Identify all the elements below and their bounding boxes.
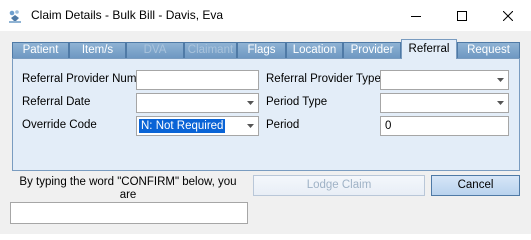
tab-strip: Patient Item/s DVA Claimant Flags Locati… — [12, 39, 520, 59]
dialog-body: Patient Item/s DVA Claimant Flags Locati… — [0, 31, 531, 234]
confirm-text-line1: By typing the word "CONFIRM" below, you … — [19, 176, 237, 201]
override-code-select[interactable]: N: Not Required — [136, 116, 259, 136]
tab-dva: DVA — [126, 42, 184, 58]
tab-request[interactable]: Request — [457, 42, 520, 58]
close-button[interactable] — [485, 0, 531, 31]
maximize-icon — [457, 10, 467, 21]
maximize-button[interactable] — [439, 0, 485, 31]
confirm-input[interactable] — [10, 202, 248, 224]
referral-provider-number-input[interactable] — [136, 70, 259, 90]
window-title: Claim Details - Bulk Bill - Davis, Eva — [31, 8, 224, 22]
referral-panel: Referral Provider Number Referral Date O… — [12, 58, 520, 171]
referral-date-label: Referral Date — [22, 96, 91, 108]
tab-location[interactable]: Location — [286, 42, 343, 58]
chevron-down-icon — [497, 101, 504, 105]
tab-patient[interactable]: Patient — [12, 42, 69, 58]
override-code-label: Override Code — [22, 119, 97, 131]
title-bar[interactable]: Claim Details - Bulk Bill - Davis, Eva — [0, 0, 531, 31]
referral-provider-number-label: Referral Provider Number — [22, 73, 154, 85]
period-input[interactable]: 0 — [380, 116, 509, 136]
close-icon — [503, 10, 513, 21]
minimize-button[interactable] — [393, 0, 439, 31]
minimize-icon — [411, 11, 421, 21]
tab-claimant: Claimant — [184, 42, 237, 58]
app-icon — [7, 8, 23, 24]
referral-date-picker[interactable] — [136, 93, 259, 113]
period-label: Period — [266, 119, 300, 131]
referral-provider-type-label: Referral Provider Type — [266, 73, 381, 85]
override-code-value: N: Not Required — [139, 119, 226, 133]
tab-provider[interactable]: Provider — [343, 42, 401, 58]
period-type-select[interactable] — [380, 93, 509, 113]
tab-flags[interactable]: Flags — [237, 42, 286, 58]
chevron-down-icon — [247, 101, 254, 105]
cancel-button[interactable]: Cancel — [431, 175, 520, 196]
chevron-down-icon — [497, 78, 504, 82]
referral-provider-type-select[interactable] — [380, 70, 509, 90]
lodge-claim-button[interactable]: Lodge Claim — [253, 175, 425, 196]
tab-referral[interactable]: Referral — [401, 39, 457, 59]
tab-items[interactable]: Item/s — [69, 42, 126, 58]
chevron-down-icon — [247, 124, 254, 128]
period-type-label: Period Type — [266, 96, 328, 108]
